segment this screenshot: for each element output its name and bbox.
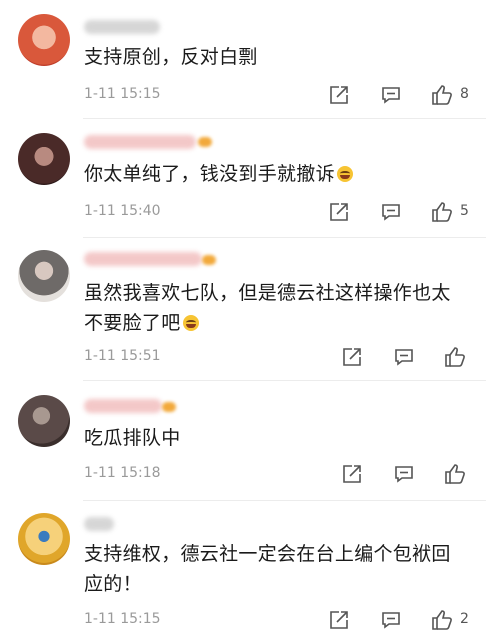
username[interactable] (84, 399, 162, 413)
comment-time: 1-11 15:51 (84, 348, 161, 364)
avatar[interactable] (18, 250, 70, 302)
comment-item: 你太单纯了，钱没到手就撤诉 1-11 15:40 5 (0, 119, 486, 237)
like-count: 8 (460, 86, 469, 102)
comment-text-line: 支持维权，德云社一定会在台上编个包袱回 (84, 543, 451, 565)
comment-item: 虽然我喜欢七队，但是德云社这样操作也太 不要脸了吧 1-11 15:51 (0, 238, 486, 380)
comment-reply-icon[interactable] (380, 609, 402, 631)
comment-text: 你太单纯了，钱没到手就撤诉 (84, 159, 476, 189)
share-icon[interactable] (328, 201, 350, 223)
share-icon[interactable] (341, 346, 363, 368)
share-icon[interactable] (328, 84, 350, 106)
thumbs-up-icon[interactable] (430, 608, 452, 630)
share-icon[interactable] (341, 463, 363, 485)
avatar[interactable] (18, 395, 70, 447)
avatar[interactable] (18, 133, 70, 185)
comment-text: 吃瓜排队中 (84, 423, 476, 453)
comment-text-line: 吃瓜排队中 (84, 427, 181, 449)
comment-reply-icon[interactable] (393, 463, 415, 485)
username[interactable] (84, 135, 196, 149)
comment-item: 支持维权，德云社一定会在台上编个包袱回 应的！ 1-11 15:15 2 (0, 501, 486, 640)
comment-reply-icon[interactable] (380, 84, 402, 106)
comment-text-line: 应的！ (84, 573, 142, 595)
comment-text: 虽然我喜欢七队，但是德云社这样操作也太 不要脸了吧 (84, 278, 476, 338)
like-count: 2 (460, 611, 469, 627)
thumbs-up-icon[interactable] (443, 462, 465, 484)
thumbs-up-icon[interactable] (443, 345, 465, 367)
vip-badge-icon (202, 255, 216, 265)
comment-reply-icon[interactable] (380, 201, 402, 223)
vip-badge-icon (162, 402, 176, 412)
thumbs-up-icon[interactable] (430, 200, 452, 222)
avatar[interactable] (18, 14, 70, 66)
comment-text: 支持维权，德云社一定会在台上编个包袱回 应的！ (84, 539, 476, 599)
share-icon[interactable] (328, 609, 350, 631)
thumbs-up-icon[interactable] (430, 83, 452, 105)
comment-text-line: 虽然我喜欢七队，但是德云社这样操作也太 (84, 282, 451, 304)
comment-reply-icon[interactable] (393, 346, 415, 368)
like-count: 5 (460, 203, 469, 219)
laughing-emoji-icon (182, 315, 199, 331)
comment-item: 支持原创，反对白剽 1-11 15:15 8 (0, 0, 486, 118)
username[interactable] (84, 252, 202, 266)
comment-time: 1-11 15:15 (84, 86, 161, 102)
comment-text-line: 不要脸了吧 (84, 312, 181, 334)
username[interactable] (84, 20, 160, 34)
comment-time: 1-11 15:18 (84, 465, 161, 481)
laughing-emoji-icon (336, 166, 353, 182)
comment-text-line: 支持原创，反对白剽 (84, 46, 258, 68)
vip-badge-icon (198, 137, 212, 147)
comment-time: 1-11 15:40 (84, 203, 161, 219)
comment-text: 支持原创，反对白剽 (84, 42, 476, 72)
comment-text-line: 你太单纯了，钱没到手就撤诉 (84, 163, 335, 185)
avatar[interactable] (18, 513, 70, 565)
username[interactable] (84, 517, 114, 531)
comment-item: 吃瓜排队中 1-11 15:18 (0, 381, 486, 500)
comment-time: 1-11 15:15 (84, 611, 161, 627)
